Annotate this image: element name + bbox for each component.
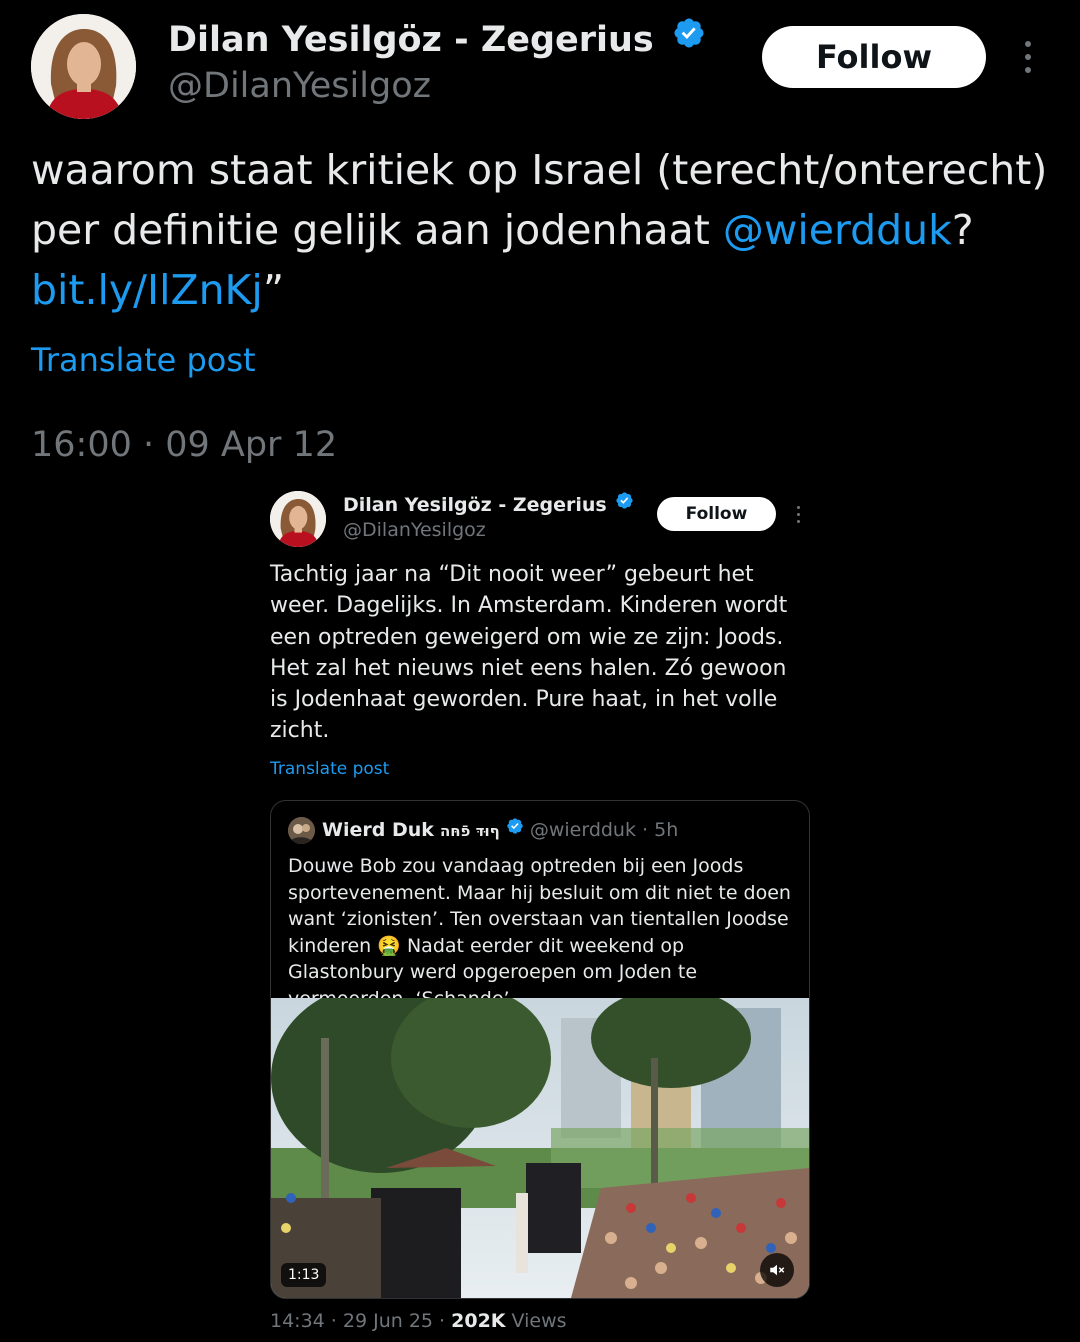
quoted-post-card[interactable]: Wierd Duk ףוּדּ פֿחּה @wierdduk · 5h Dou…: [270, 800, 810, 1299]
post-text-quote-mark: ”: [262, 266, 285, 314]
embedded-author-avatar[interactable]: [270, 491, 326, 547]
embedded-follow-button[interactable]: Follow: [657, 497, 776, 531]
muted-speaker-icon[interactable]: [760, 1253, 794, 1287]
author-avatar[interactable]: [31, 14, 136, 119]
video-duration-badge: 1:13: [281, 1263, 327, 1287]
views-count: 202K: [451, 1310, 506, 1332]
embedded-post-footer: 14:34 · 29 Jun 25 · 202K Views: [270, 1308, 567, 1334]
verified-badge-icon: [615, 491, 634, 517]
embedded-translate-post-link[interactable]: Translate post: [270, 757, 389, 781]
embedded-post-timestamp[interactable]: 14:34 · 29 Jun 25 ·: [270, 1310, 451, 1332]
quoted-author-handle[interactable]: @wierdduk: [530, 819, 636, 841]
post-text-question: ?: [951, 206, 974, 254]
embedded-more-options-icon[interactable]: [790, 503, 806, 525]
video-player[interactable]: 1:13: [271, 998, 809, 1298]
author-name-text: Dilan Yesilgöz - Zegerius: [168, 20, 654, 60]
views-label: Views: [505, 1310, 567, 1332]
embedded-author-name-text: Dilan Yesilgöz - Zegerius: [343, 494, 607, 516]
quoted-author-name[interactable]: Wierd Duk: [322, 819, 434, 841]
follow-button[interactable]: Follow: [762, 26, 986, 88]
mention-link[interactable]: @wierdduk: [723, 206, 952, 254]
quoted-author-suffix: ףוּדּ פֿחּה: [439, 822, 500, 840]
nauseated-face-emoji: 🤮: [377, 934, 401, 957]
quoted-post-text: Douwe Bob zou vandaag optreden bij een J…: [288, 853, 798, 1013]
embedded-post-text: Tachtig jaar na “Dit nooit weer” gebeurt…: [270, 562, 788, 744]
author-name[interactable]: Dilan Yesilgöz - Zegerius: [168, 16, 706, 62]
verified-badge-icon: [506, 816, 524, 843]
quoted-post-header: Wierd Duk ףוּדּ פֿחּה @wierdduk · 5h: [322, 817, 678, 845]
video-thumbnail: [271, 998, 809, 1298]
translate-post-link[interactable]: Translate post: [31, 338, 256, 382]
quoted-author-avatar[interactable]: [288, 817, 315, 844]
author-handle[interactable]: @DilanYesilgoz: [168, 64, 431, 108]
verified-badge-icon: [672, 16, 706, 61]
post-timestamp[interactable]: 16:00 · 09 Apr 12: [31, 422, 337, 468]
url-link[interactable]: bit.ly/IlZnKj: [31, 266, 263, 314]
embedded-author-handle[interactable]: @DilanYesilgoz: [343, 517, 486, 543]
post-text: waarom staat kritiek op Israel (terecht/…: [31, 140, 1061, 320]
more-options-icon[interactable]: [1012, 36, 1044, 78]
embedded-author-name[interactable]: Dilan Yesilgöz - Zegerius: [343, 492, 634, 518]
quoted-post-time: · 5h: [642, 819, 679, 841]
